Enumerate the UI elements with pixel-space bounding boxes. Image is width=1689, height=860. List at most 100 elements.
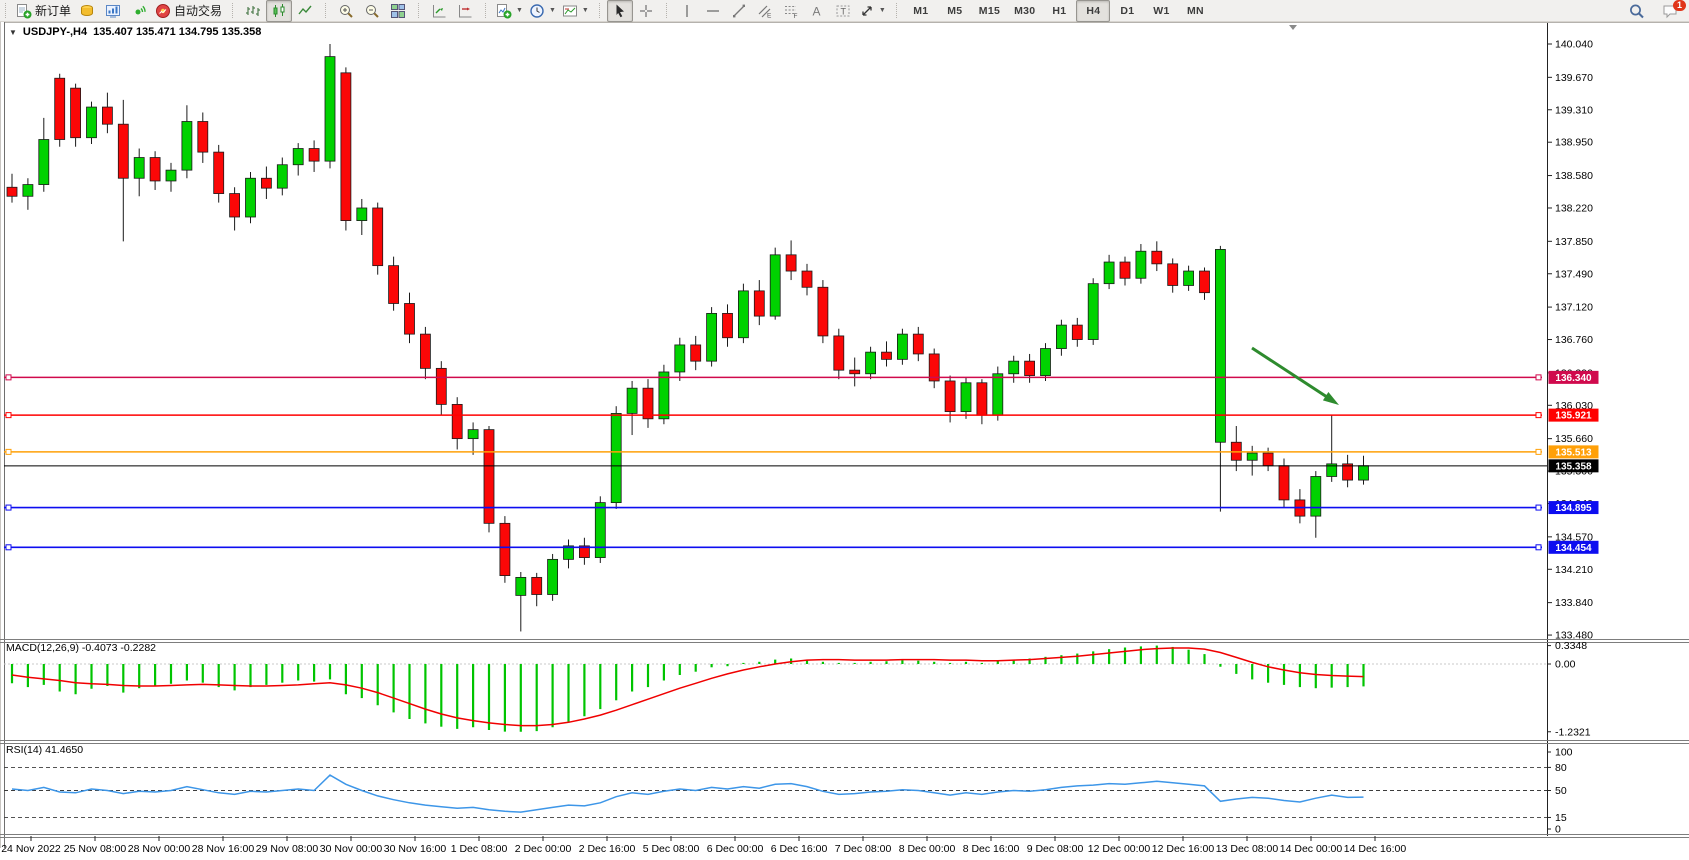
vertical-line-button[interactable] (674, 0, 700, 22)
candle-body (834, 336, 844, 370)
trendline-button[interactable] (726, 0, 752, 22)
macd-values: -0.4073 -0.2282 (82, 642, 156, 654)
scroll-group (413, 0, 480, 22)
label-letter: T (840, 6, 846, 16)
cursor-button[interactable] (607, 0, 633, 22)
channel-button[interactable]: E (752, 0, 778, 22)
auto-scroll-button[interactable] (426, 0, 452, 22)
candle-body (945, 381, 955, 412)
fibo-letter: F (793, 13, 797, 19)
toolbar-grip (599, 3, 604, 18)
price-axis-label: 137.850 (1555, 236, 1593, 248)
line-chart-button[interactable] (292, 0, 318, 22)
price-axis-label: 138.950 (1555, 137, 1593, 149)
timeframe-button-m1[interactable]: M1 (904, 0, 938, 22)
time-axis-label: 7 Dec 08:00 (835, 843, 892, 855)
main-toolbar: 新订单 自动交易 (0, 0, 1689, 22)
candlestick-button[interactable] (266, 0, 292, 22)
candle-body (643, 388, 653, 419)
chevron-down-icon: ▼ (879, 7, 886, 14)
fibonacci-button[interactable]: F (778, 0, 804, 22)
zoom-group (320, 0, 413, 22)
candle-body (1088, 284, 1098, 340)
candle-body (246, 178, 256, 217)
connection-button[interactable] (126, 0, 152, 22)
timeframe-button-mn[interactable]: MN (1178, 0, 1212, 22)
hline-right-handle[interactable] (1536, 413, 1541, 418)
chevron-down-icon: ▼ (549, 7, 556, 14)
label-button[interactable]: T (830, 0, 856, 22)
periods-button[interactable]: ▼ (526, 0, 559, 22)
chart-dropdown-icon[interactable]: ▼ (9, 28, 17, 37)
crosshair-button[interactable] (633, 0, 659, 22)
autotrade-button[interactable]: 自动交易 (152, 0, 225, 22)
candle-body (977, 383, 987, 415)
hline-left-handle[interactable] (6, 449, 11, 454)
time-axis-label: 8 Dec 00:00 (899, 843, 956, 855)
terminal-window: 新订单 自动交易 (0, 0, 1689, 860)
candle-body (1120, 262, 1130, 278)
hline-left-handle[interactable] (6, 375, 11, 380)
annotation-arrow-shaft[interactable] (1252, 348, 1327, 397)
rsi-line (12, 775, 1364, 812)
time-axis-label: 6 Dec 00:00 (707, 843, 764, 855)
chart-title[interactable]: ▼ USDJPY-,H4 135.407 135.471 134.795 135… (9, 26, 261, 38)
hline-left-handle[interactable] (6, 545, 11, 550)
candle-body (500, 523, 510, 575)
macd-signal-line (12, 648, 1364, 726)
annotation-arrow-head[interactable] (1323, 392, 1339, 405)
timeframe-button-h4[interactable]: H4 (1076, 0, 1110, 22)
zoom-in-button[interactable] (333, 0, 359, 22)
bar-chart-icon (245, 3, 261, 19)
candle-body (87, 107, 97, 138)
rsi-value: 41.4650 (45, 744, 83, 756)
horizontal-line-button[interactable] (700, 0, 726, 22)
timeframe-button-m15[interactable]: M15 (972, 0, 1007, 22)
channel-letter: E (767, 12, 772, 19)
hline-left-handle[interactable] (6, 505, 11, 510)
hline-right-handle[interactable] (1536, 505, 1541, 510)
candle-body (198, 121, 208, 152)
toolbar-right: 1 (1623, 0, 1683, 22)
chevron-down-icon: ▼ (516, 7, 523, 14)
notifications-button[interactable]: 1 (1657, 1, 1683, 21)
time-axis-label: 14 Dec 00:00 (1280, 843, 1343, 855)
candle-body (1136, 251, 1146, 278)
tile-windows-button[interactable] (385, 0, 411, 22)
text-button[interactable]: A (804, 0, 830, 22)
autotrade-label: 自动交易 (174, 2, 222, 19)
charts-button[interactable] (100, 0, 126, 22)
chart-shift-button[interactable] (452, 0, 478, 22)
indicators-button[interactable]: ▼ (493, 0, 526, 22)
zoom-out-button[interactable] (359, 0, 385, 22)
candle-body (373, 208, 383, 266)
hline-right-handle[interactable] (1536, 375, 1541, 380)
chart-shift-marker[interactable] (1289, 25, 1297, 30)
hline-left-handle[interactable] (6, 413, 11, 418)
text-icon: A (809, 3, 825, 19)
search-button[interactable] (1623, 0, 1649, 22)
quotes-button[interactable] (74, 0, 100, 22)
timeframe-button-w1[interactable]: W1 (1144, 0, 1178, 22)
templates-button[interactable]: ▼ (559, 0, 592, 22)
hline-right-handle[interactable] (1536, 545, 1541, 550)
rsi-scale-label: 80 (1555, 762, 1567, 774)
timeframe-button-m5[interactable]: M5 (938, 0, 972, 22)
timeframe-button-d1[interactable]: D1 (1110, 0, 1144, 22)
candle-body (452, 404, 462, 438)
arrows-button[interactable]: ▼ (856, 0, 889, 22)
timeframe-group: M1M5M15M30H1H4D1W1MN (891, 0, 1215, 22)
macd-scale-label: 0.00 (1555, 659, 1576, 671)
bar-chart-button[interactable] (240, 0, 266, 22)
candle-body (913, 334, 923, 354)
timeframe-button-h1[interactable]: H1 (1042, 0, 1076, 22)
candle-body (1279, 466, 1289, 500)
timeframe-button-m30[interactable]: M30 (1007, 0, 1042, 22)
candle-body (102, 107, 112, 124)
price-axis-label: 137.120 (1555, 302, 1593, 314)
quotes-icon (79, 3, 95, 19)
time-axis-label: 2 Dec 16:00 (579, 843, 636, 855)
new-order-button[interactable]: 新订单 (13, 0, 74, 22)
hline-right-handle[interactable] (1536, 449, 1541, 454)
rsi-scale-label: 0 (1555, 824, 1561, 836)
